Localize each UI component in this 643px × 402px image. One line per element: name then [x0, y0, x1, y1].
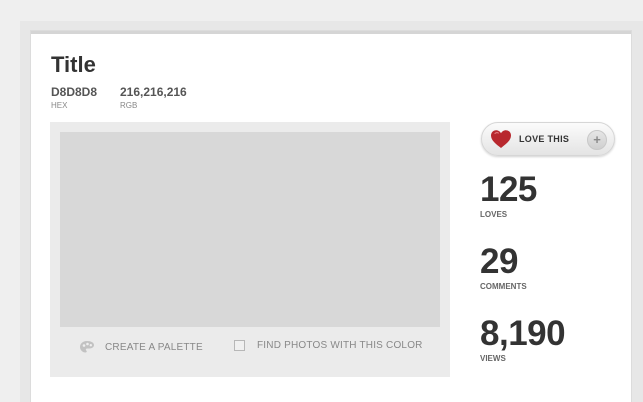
loves-stat: 125 LOVES	[480, 172, 537, 220]
color-swatch	[60, 132, 440, 327]
rgb-value: 216,216,216	[120, 85, 187, 99]
photo-icon	[234, 340, 245, 351]
color-preview-panel: CREATE A PALETTE FIND PHOTOS WITH THIS C…	[50, 122, 450, 377]
page-title: Title	[51, 52, 96, 77]
views-stat: 8,190 VIEWS	[480, 314, 566, 364]
find-photos-label: FIND PHOTOS WITH THIS COLOR	[257, 340, 423, 351]
views-count: 8,190	[480, 314, 566, 353]
love-this-button[interactable]: LOVE THIS +	[481, 122, 615, 156]
create-palette-link[interactable]: CREATE A PALETTE	[79, 340, 203, 354]
loves-label: LOVES	[480, 210, 508, 219]
create-palette-label: CREATE A PALETTE	[105, 341, 203, 353]
views-label: VIEWS	[480, 354, 506, 363]
comments-count: 29	[480, 242, 518, 281]
hex-value: D8D8D8	[51, 85, 98, 99]
rgb-info: 216,216,216 RGB	[120, 85, 187, 111]
comments-label: COMMENTS	[480, 282, 527, 291]
love-this-label: LOVE THIS	[519, 134, 570, 144]
plus-icon[interactable]: +	[587, 130, 607, 150]
hex-label: HEX	[51, 101, 68, 110]
loves-count: 125	[480, 170, 537, 209]
palette-icon	[79, 340, 95, 354]
rgb-label: RGB	[120, 101, 138, 110]
find-photos-link[interactable]: FIND PHOTOS WITH THIS COLOR	[234, 340, 423, 351]
swatch-actions: CREATE A PALETTE FIND PHOTOS WITH THIS C…	[50, 340, 450, 360]
comments-stat: 29 COMMENTS	[480, 244, 527, 292]
heart-icon	[490, 129, 512, 154]
hex-info: D8D8D8 HEX	[51, 85, 97, 111]
color-card: Title D8D8D8 HEX 216,216,216 RGB CREATE …	[31, 31, 631, 402]
